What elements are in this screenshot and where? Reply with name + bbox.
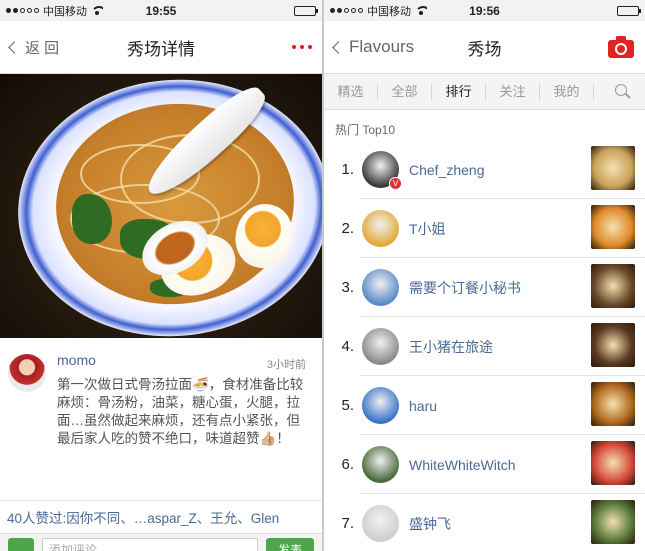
avatar[interactable] (362, 387, 399, 424)
ranking-screen: 中国移动 19:56 Flavours 秀场 精选 全部 排行 关注 我的 热门 Top… (324, 0, 645, 551)
post-thumbnail[interactable] (591, 264, 635, 308)
avatar[interactable] (8, 354, 46, 392)
rank-number: 1. (341, 161, 354, 178)
battery-icon (617, 5, 641, 16)
tab-2[interactable]: 排行 (432, 83, 486, 100)
likes-text: 40人赞过:因你不同、…aspar_Z、王允、Glen (7, 510, 280, 526)
likes-row[interactable]: 40人赞过:因你不同、…aspar_Z、王允、Glen (0, 500, 322, 532)
back-button[interactable]: Flavours (332, 37, 415, 57)
rank-username[interactable]: haru (409, 398, 437, 414)
rank-username[interactable]: WhiteWhiteWitch (409, 457, 516, 473)
post-thumbnail[interactable] (591, 382, 635, 426)
list-item[interactable]: 5. haru (324, 376, 645, 435)
avatar[interactable]: V (362, 151, 402, 190)
comment-bar: 添加评论 发表 (0, 533, 322, 551)
avatar[interactable] (362, 210, 399, 247)
rank-username[interactable]: 盛钟飞 (409, 514, 451, 534)
more-options-icon[interactable] (292, 45, 312, 49)
rank-number: 3. (341, 279, 354, 296)
wifi-icon (415, 6, 427, 15)
post-thumbnail[interactable] (591, 500, 635, 544)
back-label: Flavours (349, 37, 415, 56)
avatar[interactable] (362, 446, 399, 483)
post-thumbnail[interactable] (591, 146, 635, 190)
rank-number: 5. (341, 397, 354, 414)
post-info: momo 3小时前 第一次做日式骨汤拉面🍜，食材准备比较麻烦：骨汤粉，油菜，糖心… (0, 338, 322, 478)
list-item[interactable]: 3. 需要个订餐小秘书 (324, 258, 645, 317)
rank-username[interactable]: T小姐 (409, 219, 446, 239)
post-text: 第一次做日式骨汤拉面🍜，食材准备比较麻烦：骨汤粉，油菜，糖心蛋，火腿，拉面…虽然… (57, 377, 304, 446)
rank-username[interactable]: 王小猪在旅途 (409, 337, 493, 357)
back-button[interactable]: 返 回 (8, 37, 60, 58)
list-item[interactable]: 2. T小姐 (324, 199, 645, 258)
like-button[interactable] (8, 538, 34, 551)
list-item[interactable]: 6. WhiteWhiteWitch (324, 435, 645, 494)
avatar[interactable] (362, 505, 399, 542)
battery-icon (294, 5, 318, 16)
back-label: 返 回 (25, 39, 60, 57)
rank-number: 2. (341, 220, 354, 237)
signal-icon (330, 8, 363, 13)
list-item[interactable]: 7. 盛钟飞 (324, 494, 645, 551)
avatar[interactable] (362, 269, 399, 306)
section-title: 热门 Top10 (335, 123, 396, 137)
rank-number: 4. (341, 338, 354, 355)
chevron-left-icon (8, 40, 21, 54)
rank-username[interactable]: Chef_zheng (409, 162, 485, 178)
nav-bar: Flavours 秀场 (324, 21, 645, 74)
carrier-label: 中国移动 (43, 5, 87, 18)
avatar[interactable] (362, 328, 399, 365)
greens-shape (72, 194, 112, 244)
ranking-list: 1. V Chef_zheng 2. T小姐 3. 需要个订餐小秘书 4. 王小猪在旅途 5. ha… (324, 140, 645, 551)
post-thumbnail[interactable] (591, 441, 635, 485)
send-button[interactable]: 发表 (266, 538, 314, 551)
post-thumbnail[interactable] (591, 205, 635, 249)
post-detail-screen: 中国移动 19:55 返 回 秀场详情 momo 3小时前 第一次做日式骨汤拉面… (0, 0, 322, 551)
rank-username[interactable]: 需要个订餐小秘书 (409, 278, 521, 298)
wifi-icon (91, 6, 103, 15)
search-icon[interactable] (615, 83, 631, 100)
verified-badge-icon: V (389, 177, 402, 190)
rank-number: 6. (341, 456, 354, 473)
rank-number: 7. (341, 515, 354, 532)
camera-icon[interactable] (607, 35, 635, 59)
carrier-label: 中国移动 (367, 5, 411, 18)
chevron-left-icon (332, 40, 345, 54)
signal-icon (6, 8, 39, 13)
list-item[interactable]: 4. 王小猪在旅途 (324, 317, 645, 376)
tab-1[interactable]: 全部 (378, 83, 432, 100)
post-thumbnail[interactable] (591, 323, 635, 367)
list-item[interactable]: 1. V Chef_zheng (324, 140, 645, 199)
tab-4[interactable]: 我的 (540, 83, 594, 100)
status-bar: 中国移动 19:56 (324, 0, 645, 21)
comment-input[interactable]: 添加评论 (42, 538, 258, 551)
nav-bar: 返 回 秀场详情 (0, 21, 322, 74)
post-photo[interactable] (0, 74, 322, 338)
post-time: 3小时前 (266, 359, 306, 371)
tab-3[interactable]: 关注 (486, 83, 540, 100)
tab-bar: 精选 全部 排行 关注 我的 (324, 74, 645, 110)
tab-0[interactable]: 精选 (324, 83, 378, 100)
status-bar: 中国移动 19:55 (0, 0, 322, 21)
